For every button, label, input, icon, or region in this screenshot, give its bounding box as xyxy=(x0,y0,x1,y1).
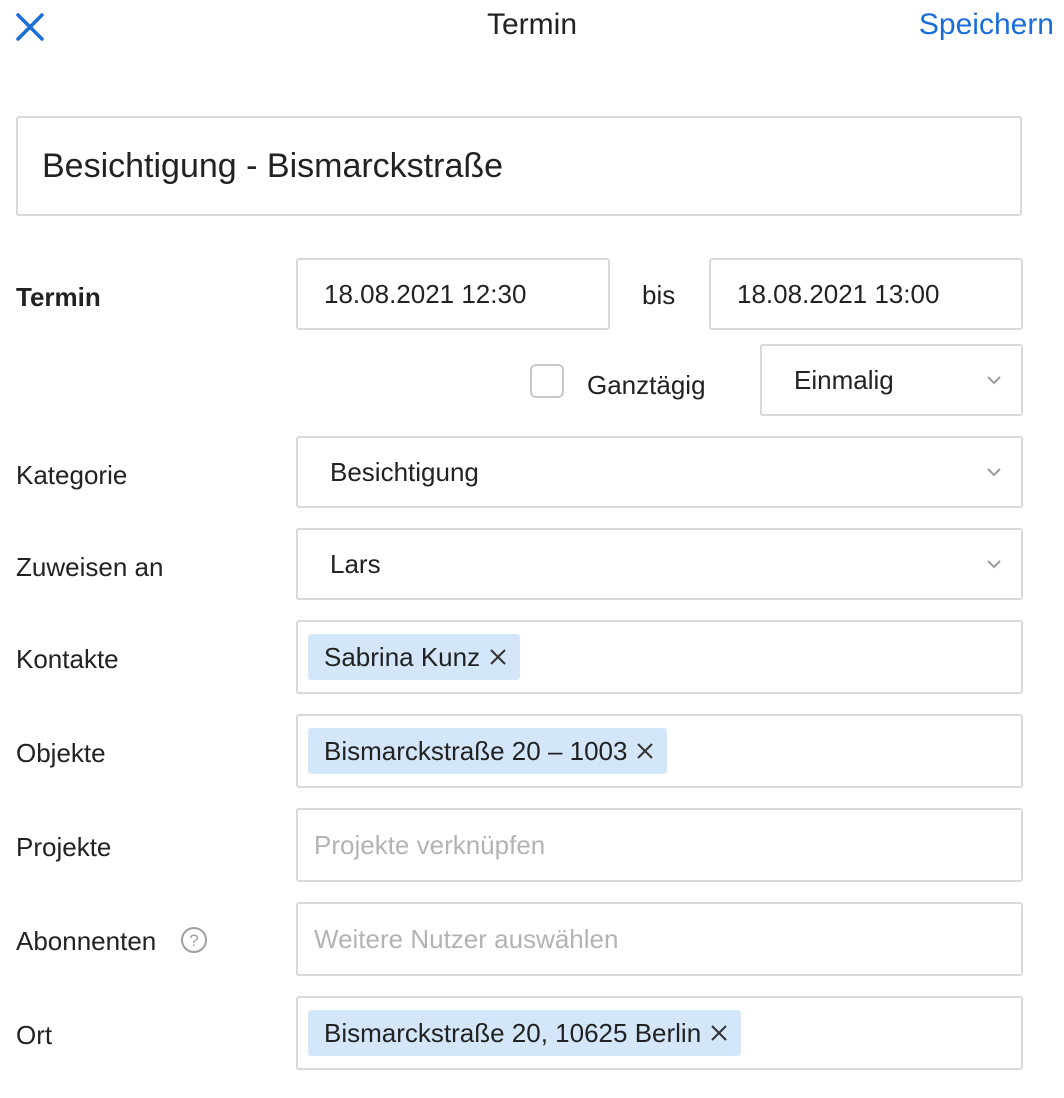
event-title-value: Besichtigung - Bismarckstraße xyxy=(42,146,504,185)
recurrence-select[interactable]: Einmalig xyxy=(760,344,1023,416)
zuweisen-label: Zuweisen an xyxy=(16,552,164,582)
save-button[interactable]: Speichern xyxy=(919,8,1054,42)
remove-tag-icon[interactable] xyxy=(488,647,508,667)
object-tag-label: Bismarckstraße 20 – 1003 xyxy=(324,735,628,766)
top-bar: Termin Speichern xyxy=(0,0,1064,56)
end-datetime-value: 18.08.2021 13:00 xyxy=(737,278,940,309)
zuweisen-value: Lars xyxy=(330,548,381,579)
ort-label: Ort xyxy=(16,1020,53,1050)
zuweisen-select[interactable]: Lars xyxy=(296,528,1023,600)
location-tag-label: Bismarckstraße 20, 10625 Berlin xyxy=(324,1017,702,1048)
ort-field[interactable]: Bismarckstraße 20, 10625 Berlin xyxy=(296,996,1023,1070)
kontakte-label: Kontakte xyxy=(16,644,119,674)
objekte-field[interactable]: Bismarckstraße 20 – 1003 xyxy=(296,714,1023,788)
kategorie-select[interactable]: Besichtigung xyxy=(296,436,1023,508)
remove-tag-icon[interactable] xyxy=(709,1023,729,1043)
termin-label: Termin xyxy=(16,282,101,312)
start-datetime-value: 18.08.2021 12:30 xyxy=(324,278,527,309)
page-title: Termin xyxy=(486,8,577,41)
contact-tag-label: Sabrina Kunz xyxy=(324,641,481,672)
question-circle-icon[interactable]: ? xyxy=(180,926,208,954)
end-datetime-input[interactable]: 18.08.2021 13:00 xyxy=(709,258,1023,330)
abonnenten-placeholder: Weitere Nutzer auswählen xyxy=(314,923,619,954)
chevron-down-icon xyxy=(987,376,1001,385)
location-tag: Bismarckstraße 20, 10625 Berlin xyxy=(308,1010,742,1056)
projekte-label: Projekte xyxy=(16,832,112,862)
kategorie-value: Besichtigung xyxy=(330,456,479,487)
svg-text:?: ? xyxy=(189,931,198,950)
objekte-label: Objekte xyxy=(16,738,106,768)
abonnenten-input[interactable]: Weitere Nutzer auswählen xyxy=(296,902,1023,976)
projekte-placeholder: Projekte verknüpfen xyxy=(314,829,546,860)
recurrence-value: Einmalig xyxy=(794,364,894,395)
range-separator: bis xyxy=(642,280,676,310)
projekte-input[interactable]: Projekte verknüpfen xyxy=(296,808,1023,882)
event-title-input[interactable]: Besichtigung - Bismarckstraße xyxy=(16,116,1022,216)
remove-tag-icon[interactable] xyxy=(635,741,655,761)
all-day-checkbox[interactable] xyxy=(530,364,564,398)
object-tag: Bismarckstraße 20 – 1003 xyxy=(308,728,668,774)
abonnenten-label: Abonnenten xyxy=(16,926,157,956)
kontakte-field[interactable]: Sabrina Kunz xyxy=(296,620,1023,694)
all-day-label: Ganztägig xyxy=(587,370,706,400)
chevron-down-icon xyxy=(987,560,1001,569)
kategorie-label: Kategorie xyxy=(16,460,128,490)
chevron-down-icon xyxy=(987,468,1001,477)
contact-tag: Sabrina Kunz xyxy=(308,634,521,680)
start-datetime-input[interactable]: 18.08.2021 12:30 xyxy=(296,258,610,330)
